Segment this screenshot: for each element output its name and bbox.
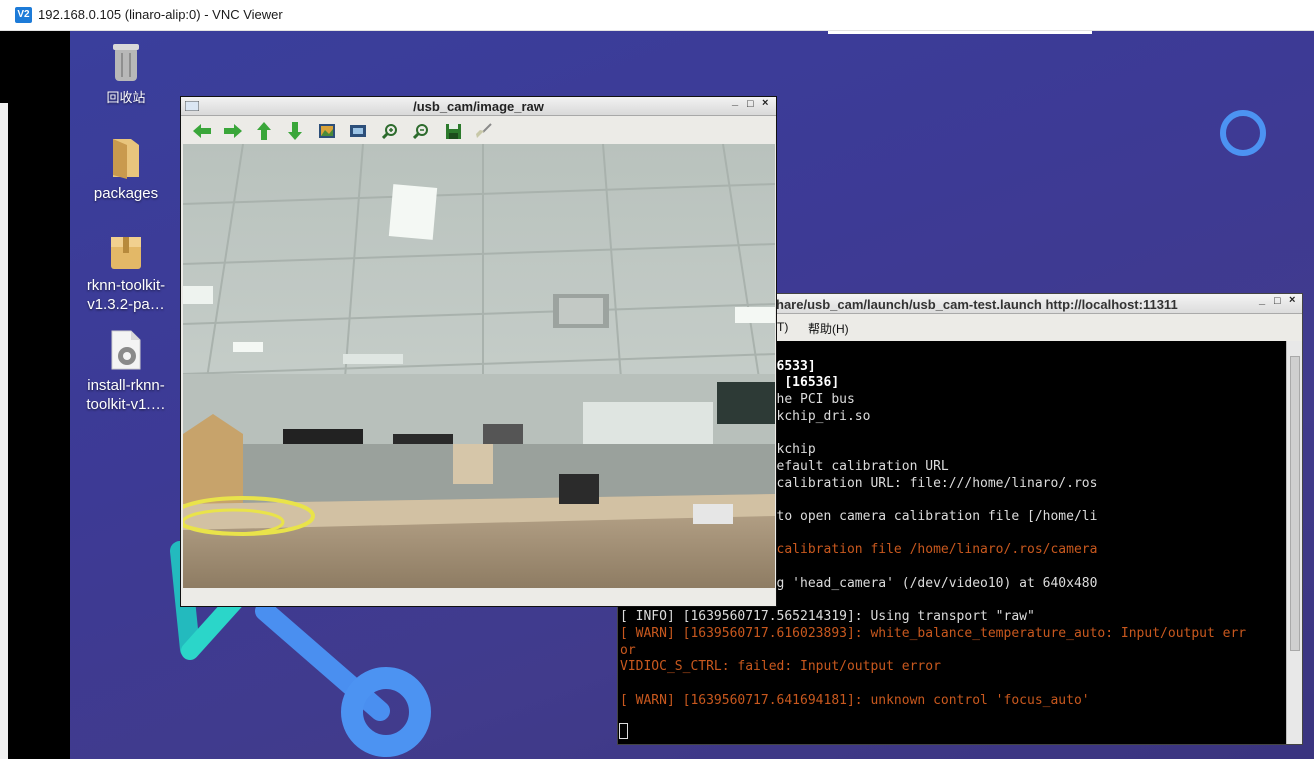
- left-edge: [0, 103, 8, 759]
- archive-icon: [109, 235, 143, 271]
- terminal-line: [ WARN] [1639560717.641694181]: unknown …: [620, 692, 1090, 708]
- terminal-cursor: [619, 723, 628, 739]
- desktop-icon-label-line2: toolkit-v1.…: [86, 396, 166, 413]
- save-icon[interactable]: [443, 121, 463, 141]
- desktop-icon-trash[interactable]: 回收站: [70, 43, 182, 107]
- terminal-title: hare/usb_cam/launch/usb_cam-test.launch …: [776, 297, 1178, 312]
- desktop-icon-label-line1: rknn-toolkit-: [86, 277, 166, 294]
- camera-image: [183, 144, 775, 588]
- image-toolbar: [181, 117, 776, 144]
- desktop-icon-rknn-toolkit[interactable]: rknn-toolkit- v1.3.2-pa…: [70, 235, 182, 314]
- terminal-maximize-button[interactable]: □: [1274, 295, 1281, 307]
- image-minimize-button[interactable]: _: [732, 95, 738, 107]
- arrow-left-icon[interactable]: [192, 121, 212, 141]
- image-maximize-button[interactable]: □: [747, 98, 754, 110]
- desktop-icon-label: packages: [93, 185, 159, 202]
- trash-icon: [111, 43, 141, 83]
- terminal-scrollbar[interactable]: [1286, 341, 1302, 744]
- arrow-right-icon[interactable]: [223, 121, 243, 141]
- brush-icon[interactable]: [474, 121, 494, 141]
- image-window-title: /usb_cam/image_raw: [413, 99, 544, 114]
- image-window-titlebar[interactable]: /usb_cam/image_raw _ □ ×: [181, 95, 776, 116]
- image-view-window[interactable]: /usb_cam/image_raw _ □ ×: [180, 95, 777, 607]
- fit-icon[interactable]: [348, 121, 368, 141]
- terminal-line: [ INFO] [1639560717.565214319]: Using tr…: [620, 609, 1035, 625]
- terminal-line: [ WARN] [1639560717.616023893]: white_ba…: [620, 625, 1247, 641]
- vnc-window-title: 192.168.0.105 (linaro-alip:0) - VNC View…: [38, 7, 283, 22]
- vnc-titlebar: V2 192.168.0.105 (linaro-alip:0) - VNC V…: [0, 0, 1314, 31]
- desktop-icon-install-script[interactable]: install-rknn- toolkit-v1.…: [70, 329, 182, 414]
- script-file-icon: [109, 329, 143, 371]
- vnc-logo-icon: V2: [15, 7, 32, 23]
- image-close-button[interactable]: ×: [762, 97, 768, 109]
- desktop-icon-label-line1: install-rknn-: [87, 377, 165, 394]
- arrow-up-icon[interactable]: [254, 121, 274, 141]
- terminal-close-button[interactable]: ×: [1289, 294, 1295, 306]
- zoom-in-icon[interactable]: [380, 121, 400, 141]
- arrow-down-icon[interactable]: [285, 121, 305, 141]
- scrollbar-thumb[interactable]: [1290, 356, 1300, 651]
- terminal-line: or: [620, 642, 636, 658]
- folder-icon: [109, 135, 143, 179]
- terminal-minimize-button[interactable]: _: [1259, 294, 1265, 306]
- image-statusbar: [181, 589, 776, 606]
- image-icon[interactable]: [317, 121, 337, 141]
- terminal-line: VIDIOC_S_CTRL: failed: Input/output erro…: [620, 659, 941, 675]
- zoom-out-icon[interactable]: [411, 121, 431, 141]
- desktop-icon-packages[interactable]: packages: [70, 135, 182, 203]
- top-panel-strip: [828, 31, 1092, 34]
- menu-item-help[interactable]: 帮助(H): [808, 320, 849, 337]
- desktop-icon-label-line2: v1.3.2-pa…: [87, 296, 165, 313]
- menu-item-terminal[interactable]: T): [777, 320, 788, 334]
- left-border: [0, 31, 70, 759]
- desktop-icon-label: 回收站: [106, 90, 146, 105]
- office-scene-image: [183, 144, 775, 588]
